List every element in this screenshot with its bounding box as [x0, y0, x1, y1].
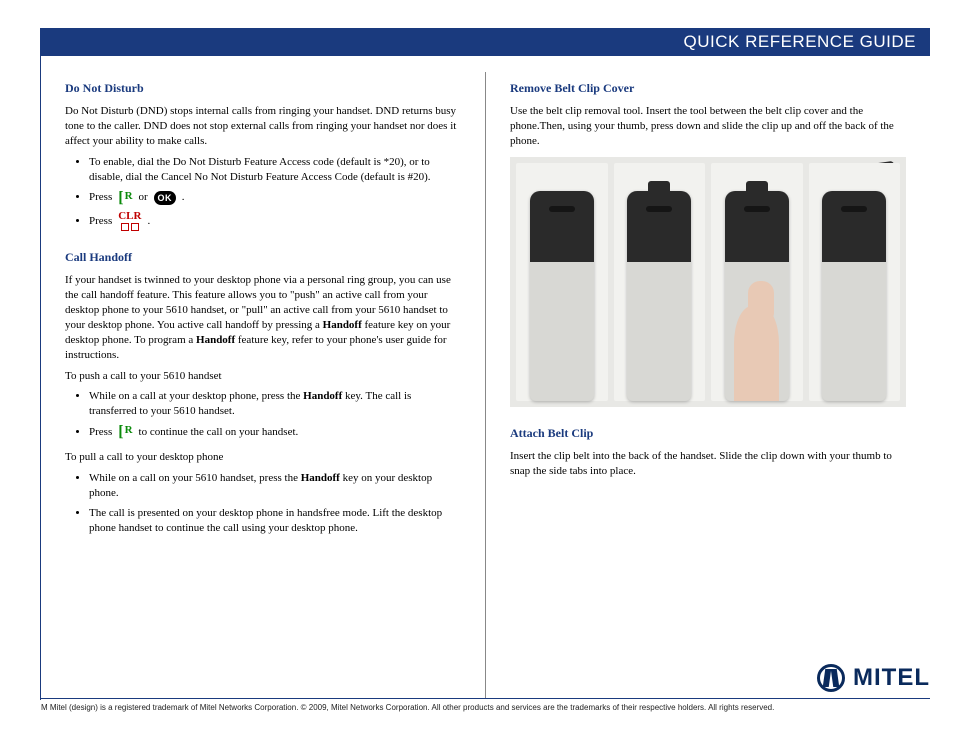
attach-heading: Attach Belt Clip: [510, 425, 906, 441]
pull-b1: While on a call on your 5610 handset, pr…: [89, 471, 461, 501]
pull-label: To pull a call to your desktop phone: [65, 450, 461, 465]
page: QUICK REFERENCE GUIDE Do Not Disturb Do …: [0, 0, 954, 738]
pull-list: While on a call on your 5610 handset, pr…: [65, 471, 461, 536]
mitel-logo-mark-icon: [817, 664, 845, 692]
pull-b2: The call is presented on your desktop ph…: [89, 506, 461, 536]
dnd-b3-pre: Press: [89, 214, 112, 229]
dnd-intro: Do Not Disturb (DND) stops internal call…: [65, 104, 461, 149]
dnd-b2-pre: Press: [89, 190, 112, 205]
footer: M Mitel (design) is a registered tradema…: [41, 698, 930, 712]
r-key-icon: [R: [118, 425, 132, 439]
push-label: To push a call to your 5610 handset: [65, 369, 461, 384]
header-bar: QUICK REFERENCE GUIDE: [41, 28, 930, 56]
dnd-bullet-2: Press [R or OK .: [89, 190, 461, 205]
clr-key-icon: CLR: [118, 211, 141, 231]
dnd-bullet-3: Press CLR .: [89, 211, 461, 231]
footer-text: M Mitel (design) is a registered tradema…: [41, 703, 774, 712]
dnd-bullet-1: To enable, dial the Do Not Disturb Featu…: [89, 155, 461, 185]
belt-clip-photo: [510, 157, 906, 407]
dnd-b3-post: .: [147, 214, 150, 229]
phone-step-2: [614, 163, 706, 401]
push-b2: Press [R to continue the call on your ha…: [89, 425, 461, 440]
body-columns: Do Not Disturb Do Not Disturb (DND) stop…: [41, 72, 930, 698]
phone-step-1: [516, 163, 608, 401]
left-column: Do Not Disturb Do Not Disturb (DND) stop…: [41, 72, 485, 698]
ok-key-icon: OK: [154, 191, 176, 205]
header-title: QUICK REFERENCE GUIDE: [684, 32, 916, 52]
dnd-b2-mid: or: [139, 190, 148, 205]
handoff-intro: If your handset is twinned to your deskt…: [65, 273, 461, 362]
mitel-logo-text: MITEL: [853, 664, 930, 692]
attach-text: Insert the clip belt into the back of th…: [510, 449, 906, 479]
phone-step-3: [711, 163, 803, 401]
push-b1: While on a call at your desktop phone, p…: [89, 389, 461, 419]
push-list: While on a call at your desktop phone, p…: [65, 389, 461, 440]
remove-heading: Remove Belt Clip Cover: [510, 80, 906, 96]
mitel-logo: MITEL: [817, 664, 930, 692]
dnd-list: To enable, dial the Do Not Disturb Featu…: [65, 155, 461, 232]
remove-text: Use the belt clip removal tool. Insert t…: [510, 104, 906, 149]
r-key-icon: [R: [118, 191, 132, 205]
right-column: Remove Belt Clip Cover Use the belt clip…: [485, 72, 930, 698]
phone-step-4: [809, 163, 901, 401]
dnd-b2-post: .: [182, 190, 185, 205]
dnd-heading: Do Not Disturb: [65, 80, 461, 96]
handoff-heading: Call Handoff: [65, 249, 461, 265]
